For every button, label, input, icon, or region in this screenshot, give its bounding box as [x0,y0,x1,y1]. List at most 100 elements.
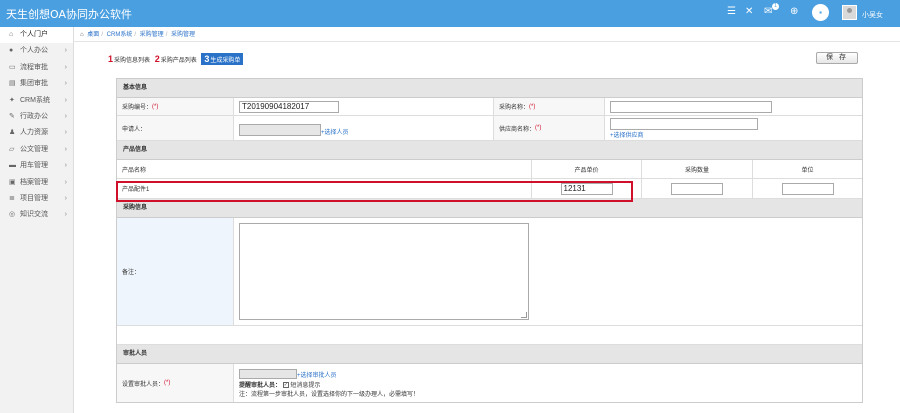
chat-icon[interactable]: ✉ [764,6,772,17]
app-title: 天生创想OA协同办公软件 [6,8,132,21]
applicant-label: 申请人： [117,116,234,140]
note-cell [234,218,862,325]
sidebar-item-archives[interactable]: ▣ 档案管理 › [0,175,73,191]
note-label: 备注： [117,218,234,325]
home-icon[interactable]: ⌂ [80,32,84,38]
sidebar-item-label: 人力资源 [20,129,48,137]
sidebar-item-knowledge[interactable]: ◎ 知识交流 › [0,207,73,223]
remind-row: 提醒审批人员： ✓ 短消息提示 [239,380,320,389]
purchase-form: 基本信息 采购编号： (*) T20190904182017 采购名称： (*) 申… [116,78,863,403]
section-basic: 基本信息 [117,79,862,98]
breadcrumb-purchase[interactable]: 采购管理 [140,32,164,38]
sidebar-item-documents[interactable]: ▱ 公文管理 › [0,142,73,158]
breadcrumb-current[interactable]: 采购管理 [171,32,195,38]
sidebar-item-portal[interactable]: ⌂ 个人门户 [0,27,73,44]
notification-icon[interactable]: ⊕ [790,6,798,17]
select-person-link[interactable]: +选择人员 [321,127,349,136]
remind-checkbox[interactable]: ✓ [282,381,289,388]
save-button[interactable]: 保 存 [816,52,858,64]
list-icon: ≣ [9,194,15,202]
chevron-right-icon: › [64,162,67,170]
purchase-no-input[interactable]: T20190904182017 [239,100,339,113]
user-icon: ● [9,47,14,55]
section-purchase: 采购信息 [117,199,862,218]
approver-input[interactable] [239,368,297,379]
sidebar-item-hr[interactable]: ♟ 人力资源 › [0,125,73,141]
approver-cell: +选择审批人员 提醒审批人员： ✓ 短消息提示 注：流程第一步审批人员，设置选择… [234,364,862,402]
menu-grid-icon[interactable]: ☰ [727,6,736,17]
avatar[interactable] [842,5,857,20]
chevron-right-icon: › [64,80,67,88]
folder-icon: ▭ [9,63,16,71]
sidebar-item-label: 流程审批 [20,63,48,71]
step-purchase-list[interactable]: 1采购信息列表 [108,54,150,64]
message-button[interactable]: ▪ [812,4,829,21]
step-generate-order[interactable]: 3生成采购单 [201,53,244,65]
supplier-label: 供应商名称： (*) [494,116,605,140]
qty-cell [642,179,753,198]
applicant-input[interactable] [239,124,321,136]
divider [74,41,900,42]
col-unit-price: 产品单价 [532,160,642,178]
quantity-input[interactable] [671,182,723,195]
chevron-right-icon: › [64,178,67,186]
sidebar-item-label: 公文管理 [20,145,48,153]
sidebar-item-group-approval[interactable]: ▤ 集团审批 › [0,76,73,92]
username[interactable]: 小吴女 [862,10,883,20]
purchase-no-label: 采购编号： (*) [117,98,234,115]
supplier-cell: +选择供应商 [605,116,862,140]
sidebar-item-label: 知识交流 [20,211,48,219]
briefcase-icon: ▣ [9,178,16,186]
document-icon: ▤ [9,80,16,88]
sidebar-item-label: 行政办公 [20,112,48,120]
table-row: 产品配件1 12131 [117,179,862,199]
person-icon: ♟ [9,129,16,137]
note-textarea[interactable] [239,223,529,320]
breadcrumb-home[interactable]: 桌面 [87,32,99,38]
unit-cell [753,179,862,198]
price-input[interactable]: 12131 [560,182,613,195]
car-icon: ▬ [9,162,16,170]
form-row: 申请人： +选择人员 供应商名称： (*) +选择供应商 [117,116,862,141]
purchase-name-label: 采购名称： (*) [494,98,605,115]
purchase-no-cell: T20190904182017 [234,98,494,115]
home-icon: ⌂ [9,31,14,38]
chevron-right-icon: › [64,112,67,120]
select-supplier-link[interactable]: +选择供应商 [610,130,644,139]
form-row: 设置审批人员： (*) +选择审批人员 提醒审批人员： ✓ 短消息提示 注：流程第… [117,364,862,402]
purchase-name-input[interactable] [610,100,772,113]
folder-open-icon: ▱ [9,145,15,153]
product-name-cell: 产品配件1 [117,179,532,198]
purchase-name-cell [605,98,862,115]
section-approval: 审批人员 [117,345,862,364]
chevron-right-icon: › [64,63,67,71]
sidebar-item-projects[interactable]: ≣ 项目管理 › [0,191,73,207]
breadcrumb-crm[interactable]: CRM系统 [107,32,133,38]
chevron-right-icon: › [64,129,67,137]
sidebar-item-workflow[interactable]: ▭ 流程审批 › [0,60,73,76]
select-approver-link[interactable]: +选择审批人员 [297,370,337,379]
col-product-name: 产品名称 [117,160,532,178]
form-row: 采购编号： (*) T20190904182017 采购名称： (*) [117,98,862,116]
chevron-right-icon: › [64,47,67,55]
step-tabs: 1采购信息列表 2采购产品列表 3生成采购单 [108,53,246,65]
top-header: 天生创想OA协同办公软件 ☰ ✕ ✉ 1 ⊕ ▪ 小吴女 [0,0,900,27]
section-product: 产品信息 [117,141,862,160]
sidebar-item-label: 项目管理 [20,194,48,202]
sidebar-item-personal[interactable]: ● 个人办公 › [0,43,73,59]
fullscreen-icon[interactable]: ✕ [745,6,753,17]
step-product-list[interactable]: 2采购产品列表 [155,54,197,64]
sidebar: ⌂ 个人门户 ● 个人办公 › ▭ 流程审批 › ▤ 集团审批 › ✦ CRM系统 › ✎ 行政办公… [0,27,74,413]
group-icon: ✦ [9,96,15,104]
sidebar-item-crm[interactable]: ✦ CRM系统 › [0,93,73,109]
sidebar-item-label: 个人办公 [20,47,48,55]
chevron-right-icon: › [64,96,67,104]
unit-input[interactable] [781,182,834,195]
globe-icon: ◎ [9,211,16,219]
sidebar-item-admin[interactable]: ✎ 行政办公 › [0,109,73,125]
sidebar-item-label: 档案管理 [20,178,48,186]
sidebar-item-label: 集团审批 [20,80,48,88]
sidebar-item-vehicles[interactable]: ▬ 用车管理 › [0,158,73,174]
supplier-input[interactable] [610,117,758,130]
chat-badge: 1 [772,3,779,10]
